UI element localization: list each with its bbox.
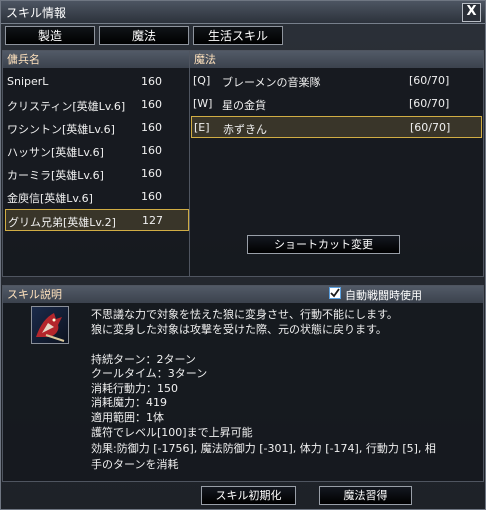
mercenary-value: 160 [141, 190, 162, 203]
tab-life-skill[interactable]: 生活スキル [193, 26, 283, 45]
mercenary-panel-header: 傭兵名 [3, 51, 189, 68]
magic-row[interactable]: [Q] ブレーメンの音楽隊 [60/70] [191, 70, 482, 92]
mercenary-value: 160 [141, 121, 162, 134]
magic-name: 赤ずきん [223, 123, 267, 136]
mercenary-value: 160 [141, 144, 162, 157]
mercenary-value: 127 [142, 214, 163, 227]
magic-count: [60/70] [409, 97, 450, 110]
tab-magic[interactable]: 魔法 [99, 26, 189, 45]
mercenary-row[interactable]: ハッサン[英雄Lv.6] 160 [5, 140, 189, 162]
mercenary-value: 160 [141, 167, 162, 180]
magic-hotkey: [W] [193, 97, 213, 110]
mercenary-row-selected[interactable]: グリム兄弟[英雄Lv.2] 127 [5, 209, 189, 231]
checkmark-icon [330, 288, 340, 298]
mercenary-name: ハッサン[英雄Lv.6] [7, 146, 104, 159]
learn-magic-button[interactable]: 魔法習得 [319, 486, 412, 505]
description-line: 手のターンを消耗 [91, 458, 179, 471]
description-line: 適用範囲：1体 [91, 411, 164, 424]
mercenary-row[interactable]: SniperL 160 [5, 71, 189, 93]
mercenary-name: SniperL [7, 75, 49, 88]
mercenary-row[interactable]: カーミラ[英雄Lv.6] 160 [5, 163, 189, 185]
skill-reset-button[interactable]: スキル初期化 [201, 486, 296, 505]
wolf-icon [36, 313, 65, 342]
mercenary-panel: 傭兵名 SniperL 160 クリスティン[英雄Lv.6] 160 ワシントン[英… [2, 50, 190, 277]
magic-hotkey: [Q] [193, 74, 211, 87]
magic-hotkey: [E] [194, 121, 210, 134]
magic-count: [60/70] [409, 74, 450, 87]
description-line: クールタイム：3ターン [91, 367, 208, 380]
description-line: 狼に変身した対象は攻撃を受けた際、元の状態に戻ります。 [91, 323, 387, 336]
magic-panel-header: 魔法 [190, 51, 483, 68]
title-bar[interactable]: スキル情報 X [1, 1, 485, 24]
mercenary-name: カーミラ[英雄Lv.6] [7, 169, 104, 182]
auto-battle-checkbox[interactable] [329, 287, 341, 299]
tab-manufacture[interactable]: 製造 [5, 26, 95, 45]
mercenary-name: クリスティン[英雄Lv.6] [7, 100, 126, 113]
magic-row[interactable]: [W] 星の金貨 [60/70] [191, 93, 482, 115]
magic-name: 星の金貨 [222, 99, 266, 112]
mercenary-value: 160 [141, 75, 162, 88]
mercenary-row[interactable]: 金庾信[英雄Lv.6] 160 [5, 186, 189, 208]
description-line: 消耗魔力：419 [91, 396, 167, 409]
skill-window: スキル情報 X 製造 魔法 生活スキル 傭兵名 SniperL 160 クリスティ… [0, 0, 486, 510]
description-line: 不思議な力で対象を怯えた狼に変身させ、行動不能にします。 [91, 308, 398, 321]
mercenary-value: 160 [141, 98, 162, 111]
mercenary-name: 金庾信[英雄Lv.6] [7, 192, 93, 205]
auto-battle-label: 自動戦闘時使用 [345, 289, 422, 302]
close-button[interactable]: X [462, 3, 481, 22]
mercenary-row[interactable]: クリスティン[英雄Lv.6] 160 [5, 94, 189, 116]
magic-row-selected[interactable]: [E] 赤ずきん [60/70] [191, 116, 482, 138]
mercenary-name: グリム兄弟[英雄Lv.2] [8, 216, 116, 229]
magic-count: [60/70] [410, 121, 451, 134]
mercenary-name: ワシントン[英雄Lv.6] [7, 123, 115, 136]
window-title: スキル情報 [6, 6, 67, 20]
shortcut-change-button[interactable]: ショートカット変更 [247, 235, 400, 254]
description-line: 護符でレベル[100]まで上昇可能 [91, 426, 253, 439]
skill-icon [31, 306, 69, 344]
magic-name: ブレーメンの音楽隊 [222, 76, 321, 89]
mercenary-row[interactable]: ワシントン[英雄Lv.6] 160 [5, 117, 189, 139]
description-line: 効果:防御力 [-1756], 魔法防御力 [-301], 体力 [-174],… [91, 442, 436, 455]
